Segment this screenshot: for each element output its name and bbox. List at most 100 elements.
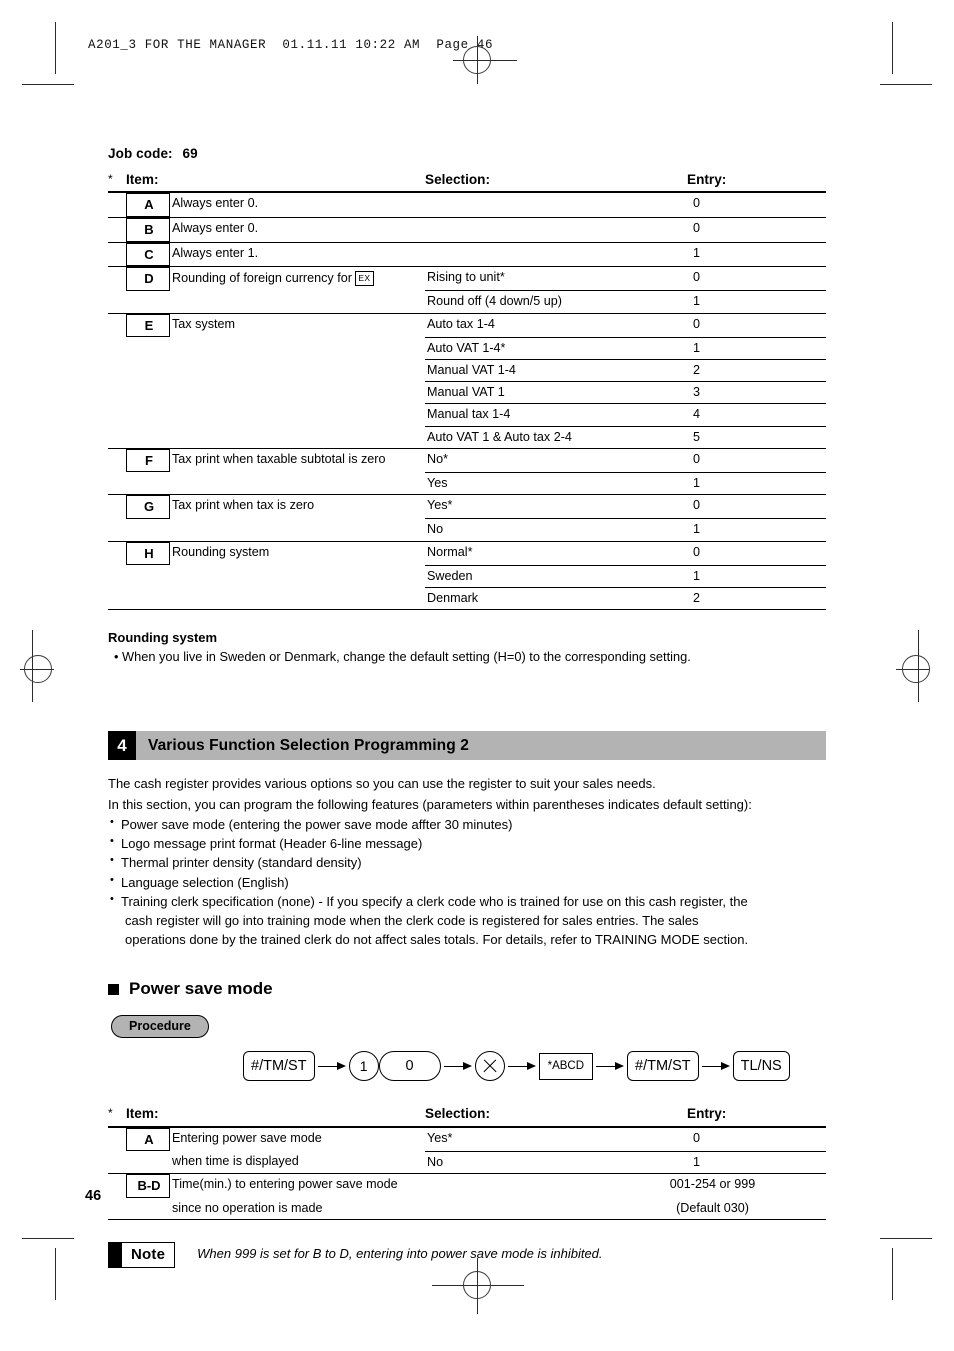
key-digit-1[interactable]: 1 xyxy=(348,1051,379,1082)
registration-mark-right-circle xyxy=(902,655,930,683)
row-selection xyxy=(425,193,655,217)
row-selection: Denmark xyxy=(425,586,656,610)
table-row: Manual VAT 1-4 2 xyxy=(108,358,827,382)
table-row: Manual tax 1-4 4 xyxy=(108,403,827,427)
key-abcd-placeholder[interactable]: *ABCD xyxy=(538,1052,594,1080)
procedure-diagram: Procedure #/TM/ST 1 0 *ABCD #/TM/ST TL/N… xyxy=(108,1013,826,1099)
arrow-icon xyxy=(596,1060,625,1072)
row-entry: 0 xyxy=(693,1130,701,1145)
row-selection: Yes* xyxy=(427,1130,453,1145)
row-selection: Yes* xyxy=(427,498,453,513)
table-row: Sweden 1 xyxy=(108,564,827,588)
list-item-text: Training clerk specification (none) - If… xyxy=(121,893,748,909)
job-code-value: 69 xyxy=(182,146,198,161)
row-key: F xyxy=(126,448,170,473)
row-entry: 1 xyxy=(655,290,827,314)
square-bullet-icon xyxy=(108,983,119,995)
list-item: Logo message print format (Header 6-line… xyxy=(108,833,826,853)
row-item: Time(min.) to entering power save mode xyxy=(172,1177,398,1192)
row-entry: 0 xyxy=(693,220,701,235)
row-selection: No xyxy=(425,1150,656,1174)
table-row: A Always enter 0. 0 xyxy=(108,193,826,217)
row-selection: Auto VAT 1 & Auto tax 2-4 xyxy=(425,425,656,449)
key-tl-ns[interactable]: TL/NS xyxy=(732,1051,790,1082)
key-hash-tm-st-2[interactable]: #/TM/ST xyxy=(627,1051,699,1082)
row-selection: Yes xyxy=(425,471,656,495)
section-title: Various Function Selection Programming 2 xyxy=(136,731,826,761)
row-item: Rounding of foreign currency for EX xyxy=(170,267,425,291)
table-row: since no operation is made (Default 030) xyxy=(108,1198,826,1220)
crop-mark-bottom-right-horizontal xyxy=(880,1238,932,1239)
table-row: D Rounding of foreign currency for EX Ris… xyxy=(108,267,826,291)
row-key: G xyxy=(126,495,170,519)
row-key: B-D xyxy=(126,1174,170,1198)
table-row: Manual VAT 1 3 xyxy=(108,381,827,404)
arrow-icon xyxy=(507,1060,536,1072)
list-item-continuation: operations done by the trained clerk do … xyxy=(125,932,749,948)
row-item: Rounding system xyxy=(172,544,270,559)
table-row: B-D Time(min.) to entering power save mo… xyxy=(108,1174,826,1198)
note-block: Note When 999 is set for B to D, enterin… xyxy=(108,1241,826,1268)
job-code-line: Job code: 69 xyxy=(108,146,826,161)
power-save-settings-table: * Item: Selection: Entry: A Entering pow… xyxy=(108,1107,827,1220)
row-key: D xyxy=(126,267,170,291)
multiply-key-icon[interactable] xyxy=(474,1051,505,1082)
key-digit-0[interactable]: 0 xyxy=(378,1051,441,1082)
list-item: Training clerk specification (none) - If… xyxy=(108,891,826,950)
row-item: Tax print when taxable subtotal is zero xyxy=(172,451,386,466)
arrow-icon xyxy=(701,1060,730,1072)
row-key: B xyxy=(126,217,170,242)
table-bottom-rule xyxy=(108,1219,827,1220)
row-key: E xyxy=(126,313,170,338)
table-star-marker: * xyxy=(108,172,113,186)
note-label: Note xyxy=(131,1246,166,1264)
column-header-item: Item: xyxy=(126,1106,159,1122)
row-item: Tax system xyxy=(172,316,235,331)
row-key: H xyxy=(126,541,170,566)
intro-paragraph-1: The cash register provides various optio… xyxy=(108,776,656,792)
row-selection xyxy=(425,1198,655,1220)
row-selection xyxy=(425,243,655,267)
table-row: when time is displayed No 1 xyxy=(108,1150,827,1174)
crop-mark-top-right-horizontal xyxy=(880,84,932,85)
row-selection: Sweden xyxy=(425,564,656,588)
table-row: No 1 xyxy=(108,518,827,541)
power-save-mode-title: Power save mode xyxy=(129,979,273,999)
row-key: C xyxy=(126,242,170,267)
table-row: Auto VAT 1-4* 1 xyxy=(108,336,827,360)
note-tag: Note xyxy=(108,1241,176,1268)
crop-mark-top-left-horizontal xyxy=(22,84,74,85)
row-entry: 0 xyxy=(693,451,701,466)
printed-page: A201_3 FOR THE MANAGER 01.11.11 10:22 AM… xyxy=(0,0,954,1351)
power-save-mode-heading: Power save mode xyxy=(108,979,826,999)
table-row: Round off (4 down/5 up) 1 xyxy=(108,290,827,314)
row-entry: 0 xyxy=(693,196,701,211)
table-row: Yes 1 xyxy=(108,471,827,495)
row-selection xyxy=(425,218,655,242)
row-entry: 1 xyxy=(655,564,827,588)
table-header-row: * Item: Selection: Entry: xyxy=(108,1107,826,1126)
row-entry: 3 xyxy=(655,381,827,404)
row-selection: Normal* xyxy=(427,544,473,559)
row-entry: 1 xyxy=(693,245,701,260)
job-code-label: Job code: xyxy=(108,146,173,161)
row-item: Always enter 0. xyxy=(172,196,259,211)
section-4-banner: 4 Various Function Selection Programming… xyxy=(108,731,826,761)
note-band-icon xyxy=(109,1242,122,1267)
row-entry: 4 xyxy=(655,403,827,427)
row-item: Always enter 1. xyxy=(172,245,259,260)
procedure-badge: Procedure xyxy=(111,1015,209,1039)
table-star-marker: * xyxy=(108,1106,113,1121)
table-row: Denmark 2 xyxy=(108,586,827,610)
column-header-entry: Entry: xyxy=(687,172,727,187)
row-selection: Auto tax 1-4 xyxy=(427,316,495,331)
print-header-line: A201_3 FOR THE MANAGER 01.11.11 10:22 AM… xyxy=(88,38,494,52)
row-item-continuation: when time is displayed xyxy=(172,1154,299,1169)
row-entry: 0 xyxy=(693,498,701,513)
column-header-selection: Selection: xyxy=(425,172,490,187)
key-hash-tm-st[interactable]: #/TM/ST xyxy=(243,1051,315,1082)
crop-mark-top-right-vertical xyxy=(892,22,893,74)
row-selection: Round off (4 down/5 up) xyxy=(425,290,656,314)
row-selection: Manual tax 1-4 xyxy=(425,403,656,427)
key-sequence: #/TM/ST 1 0 *ABCD #/TM/ST TL/NS xyxy=(243,1051,790,1082)
